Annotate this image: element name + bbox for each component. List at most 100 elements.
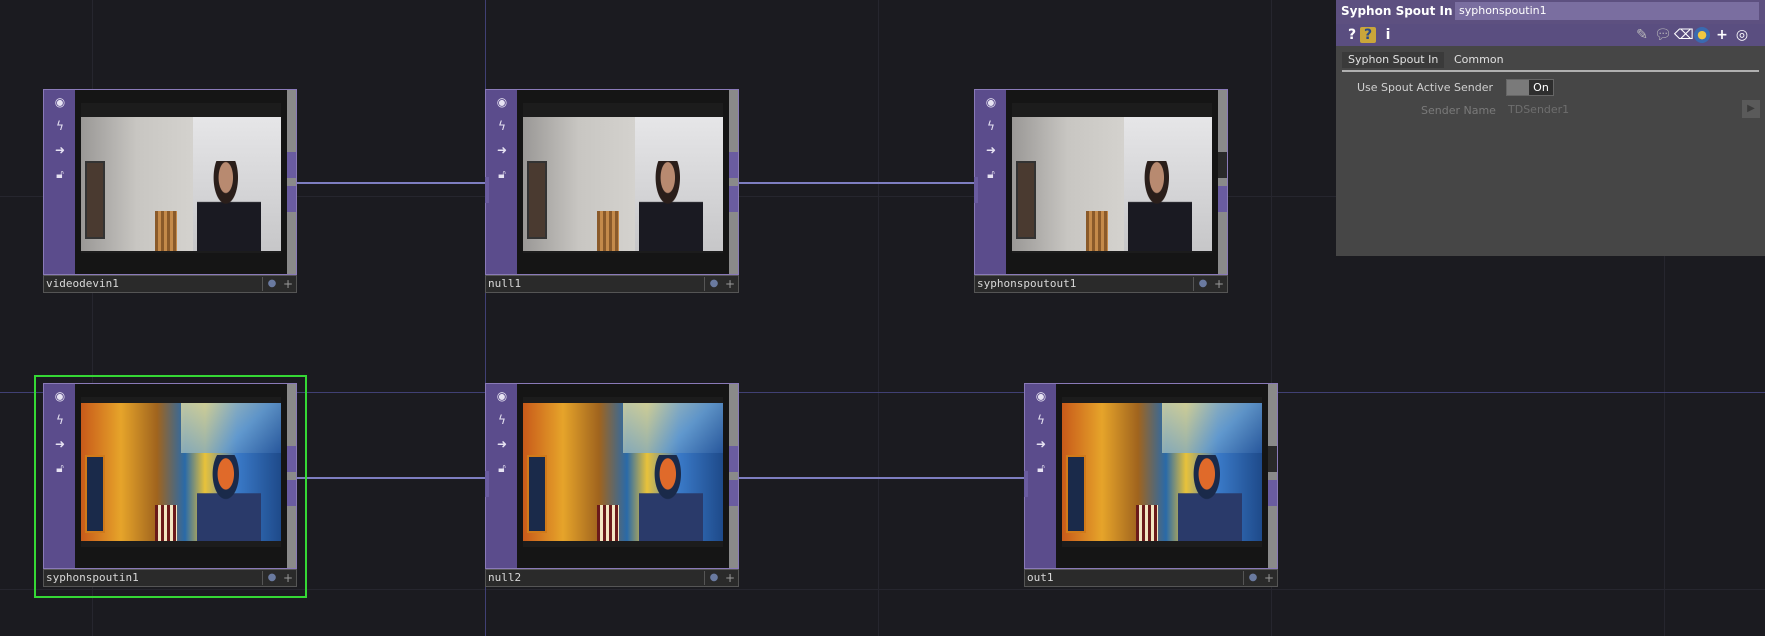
target-icon[interactable]: ◎ (1734, 27, 1750, 43)
arrow-right-icon[interactable]: ➜ (495, 437, 509, 451)
lock-icon[interactable]: 🔓︎ (495, 461, 509, 475)
node-namebar: syphonspoutin1 ● + (43, 569, 297, 587)
cook-indicator-icon[interactable]: ● (266, 572, 278, 584)
viewer-icon[interactable]: ◉ (1034, 389, 1048, 403)
wire-null2-out1[interactable] (739, 477, 1024, 479)
output-connector-bar (1218, 90, 1227, 274)
plus-icon[interactable]: + (1714, 27, 1730, 43)
viewer-icon[interactable]: ◉ (495, 389, 509, 403)
camera-preview (81, 103, 281, 253)
wire-videodevin1-null1[interactable] (297, 182, 485, 184)
eraser-icon[interactable]: ⌫ (1674, 27, 1694, 43)
arrow-right-icon[interactable]: ➜ (53, 143, 67, 157)
viewer-icon[interactable]: ◉ (984, 95, 998, 109)
panel-header: Syphon Spout In syphonspoutin1 (1336, 0, 1765, 24)
node-name[interactable]: syphonspoutout1 (977, 277, 1194, 291)
arrow-right-icon[interactable]: ➜ (495, 143, 509, 157)
use-active-sender-label: Use Spout Active Sender (1357, 81, 1494, 94)
output-connector[interactable] (1218, 152, 1227, 178)
bypass-icon[interactable]: ϟ (53, 119, 67, 133)
node-syphonspoutin1[interactable]: ◉ ϟ ➜ 🔓︎ syphonspoutin1 ● + (43, 383, 297, 587)
lock-icon[interactable]: 🔓︎ (495, 167, 509, 181)
node-namebar: null2 ● + (485, 569, 739, 587)
wire-syphonspoutin1-null2[interactable] (297, 477, 485, 479)
output-connector-bar (729, 90, 738, 274)
grid-line (878, 0, 879, 636)
output-connector[interactable] (729, 446, 738, 472)
output-connector[interactable] (287, 186, 296, 212)
output-connector[interactable] (1218, 186, 1227, 212)
cook-indicator-icon[interactable]: ● (266, 278, 278, 290)
wire-null1-syphonspoutout1[interactable] (739, 182, 974, 184)
output-connector[interactable] (287, 480, 296, 506)
bypass-icon[interactable]: ϟ (984, 119, 998, 133)
output-connector[interactable] (1268, 480, 1277, 506)
expand-icon[interactable]: + (1263, 572, 1275, 584)
stylized-preview (81, 397, 281, 547)
node-null1[interactable]: ◉ ϟ ➜ 🔓︎ null1 ● + (485, 89, 739, 293)
operator-name-field[interactable]: syphonspoutin1 (1455, 2, 1759, 20)
node-videodevin1[interactable]: ◉ ϟ ➜ 🔓︎ videodevin1 ● + (43, 89, 297, 293)
cook-indicator-icon[interactable]: ● (708, 278, 720, 290)
node-sidebar: ◉ ϟ ➜ 🔓︎ (486, 90, 517, 274)
input-connector[interactable] (485, 471, 489, 497)
node-out1[interactable]: ◉ ϟ ➜ 🔓︎ out1 ● + (1024, 383, 1278, 587)
help-icon[interactable]: ? (1344, 27, 1360, 43)
sender-menu-arrow-icon[interactable]: ▶ (1742, 100, 1760, 118)
node-name[interactable]: syphonspoutin1 (46, 571, 263, 585)
info-icon[interactable]: i (1380, 27, 1396, 43)
cook-indicator-icon[interactable]: ● (1247, 572, 1259, 584)
output-connector[interactable] (729, 480, 738, 506)
bypass-icon[interactable]: ϟ (53, 413, 67, 427)
expand-icon[interactable]: + (1213, 278, 1225, 290)
stylized-preview (523, 397, 723, 547)
expand-icon[interactable]: + (282, 572, 294, 584)
cook-indicator-icon[interactable]: ● (1197, 278, 1209, 290)
node-name[interactable]: out1 (1027, 571, 1244, 585)
output-connector[interactable] (287, 152, 296, 178)
viewer-icon[interactable]: ◉ (53, 389, 67, 403)
pencil-icon[interactable]: ✎ (1634, 27, 1650, 43)
sender-name-label: Sender Name (1421, 104, 1496, 117)
node-null2[interactable]: ◉ ϟ ➜ 🔓︎ null2 ● + (485, 383, 739, 587)
output-connector-bar (287, 384, 296, 568)
lock-icon[interactable]: 🔓︎ (984, 167, 998, 181)
cook-indicator-icon[interactable]: ● (708, 572, 720, 584)
output-connector[interactable] (729, 186, 738, 212)
input-connector[interactable] (974, 177, 978, 203)
bypass-icon[interactable]: ϟ (495, 413, 509, 427)
node-name[interactable]: null2 (488, 571, 705, 585)
viewer-icon[interactable]: ◉ (53, 95, 67, 109)
python-help-icon[interactable]: ? (1360, 27, 1376, 43)
output-connector[interactable] (729, 152, 738, 178)
comment-icon[interactable]: 💬︎ (1654, 27, 1672, 43)
python-icon[interactable]: ● (1694, 27, 1710, 43)
expand-icon[interactable]: + (282, 278, 294, 290)
input-connector[interactable] (485, 177, 489, 203)
expand-icon[interactable]: + (724, 278, 736, 290)
lock-icon[interactable]: 🔓︎ (53, 461, 67, 475)
output-connector[interactable] (287, 446, 296, 472)
lock-icon[interactable]: 🔓︎ (53, 167, 67, 181)
arrow-right-icon[interactable]: ➜ (53, 437, 67, 451)
node-namebar: syphonspoutout1 ● + (974, 275, 1228, 293)
tab-common[interactable]: Common (1448, 52, 1510, 68)
stylized-preview (1062, 397, 1262, 547)
arrow-right-icon[interactable]: ➜ (984, 143, 998, 157)
node-name[interactable]: null1 (488, 277, 705, 291)
node-syphonspoutout1[interactable]: ◉ ϟ ➜ 🔓︎ syphonspoutout1 ● + (974, 89, 1228, 293)
lock-icon[interactable]: 🔓︎ (1034, 461, 1048, 475)
use-active-sender-toggle[interactable]: On (1506, 79, 1554, 96)
output-connector-bar (1268, 384, 1277, 568)
node-sidebar: ◉ ϟ ➜ 🔓︎ (1025, 384, 1056, 568)
bypass-icon[interactable]: ϟ (495, 119, 509, 133)
sender-name-field[interactable]: TDSender1 (1508, 103, 1569, 116)
tab-syphon-spout-in[interactable]: Syphon Spout In (1342, 52, 1445, 68)
node-name[interactable]: videodevin1 (46, 277, 263, 291)
arrow-right-icon[interactable]: ➜ (1034, 437, 1048, 451)
viewer-icon[interactable]: ◉ (495, 95, 509, 109)
input-connector[interactable] (1024, 471, 1028, 497)
expand-icon[interactable]: + (724, 572, 736, 584)
bypass-icon[interactable]: ϟ (1034, 413, 1048, 427)
output-connector[interactable] (1268, 446, 1277, 472)
